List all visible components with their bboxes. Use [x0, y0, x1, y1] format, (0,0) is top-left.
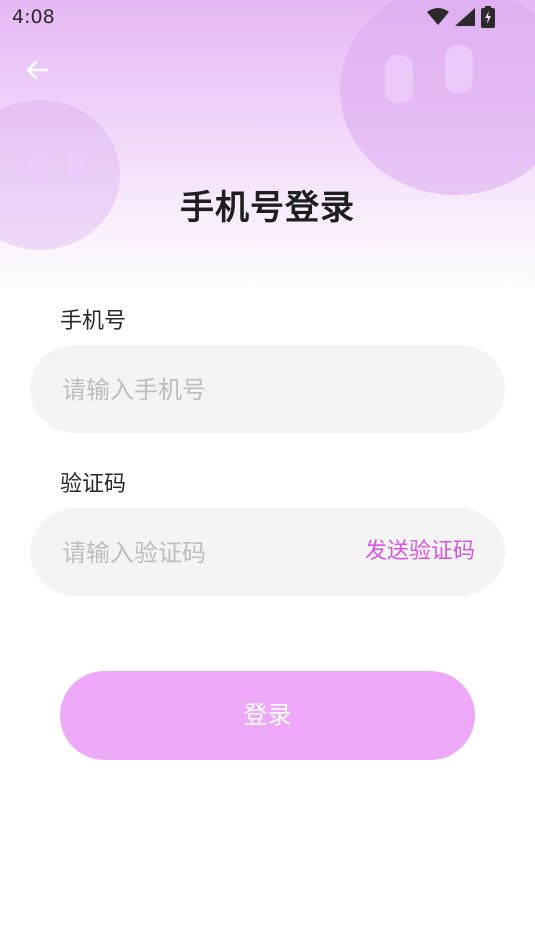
login-button[interactable]: 登录 — [60, 671, 475, 760]
wifi-icon — [427, 8, 449, 25]
header-background — [0, 0, 535, 300]
send-code-button[interactable]: 发送验证码 — [365, 508, 475, 596]
page-title: 手机号登录 — [180, 188, 355, 228]
status-time: 4:08 — [12, 6, 55, 28]
code-input[interactable] — [60, 508, 344, 598]
phone-label: 手机号 — [60, 309, 127, 334]
back-button[interactable] — [22, 56, 52, 84]
phone-input[interactable] — [60, 345, 344, 435]
code-field: 发送验证码 — [30, 508, 505, 598]
signal-icon — [455, 8, 475, 26]
status-icons — [427, 6, 495, 28]
phone-field — [30, 345, 505, 435]
code-label: 验证码 — [60, 472, 127, 497]
battery-icon — [481, 6, 495, 28]
status-bar: 4:08 — [0, 0, 535, 36]
back-arrow-icon — [26, 60, 49, 80]
